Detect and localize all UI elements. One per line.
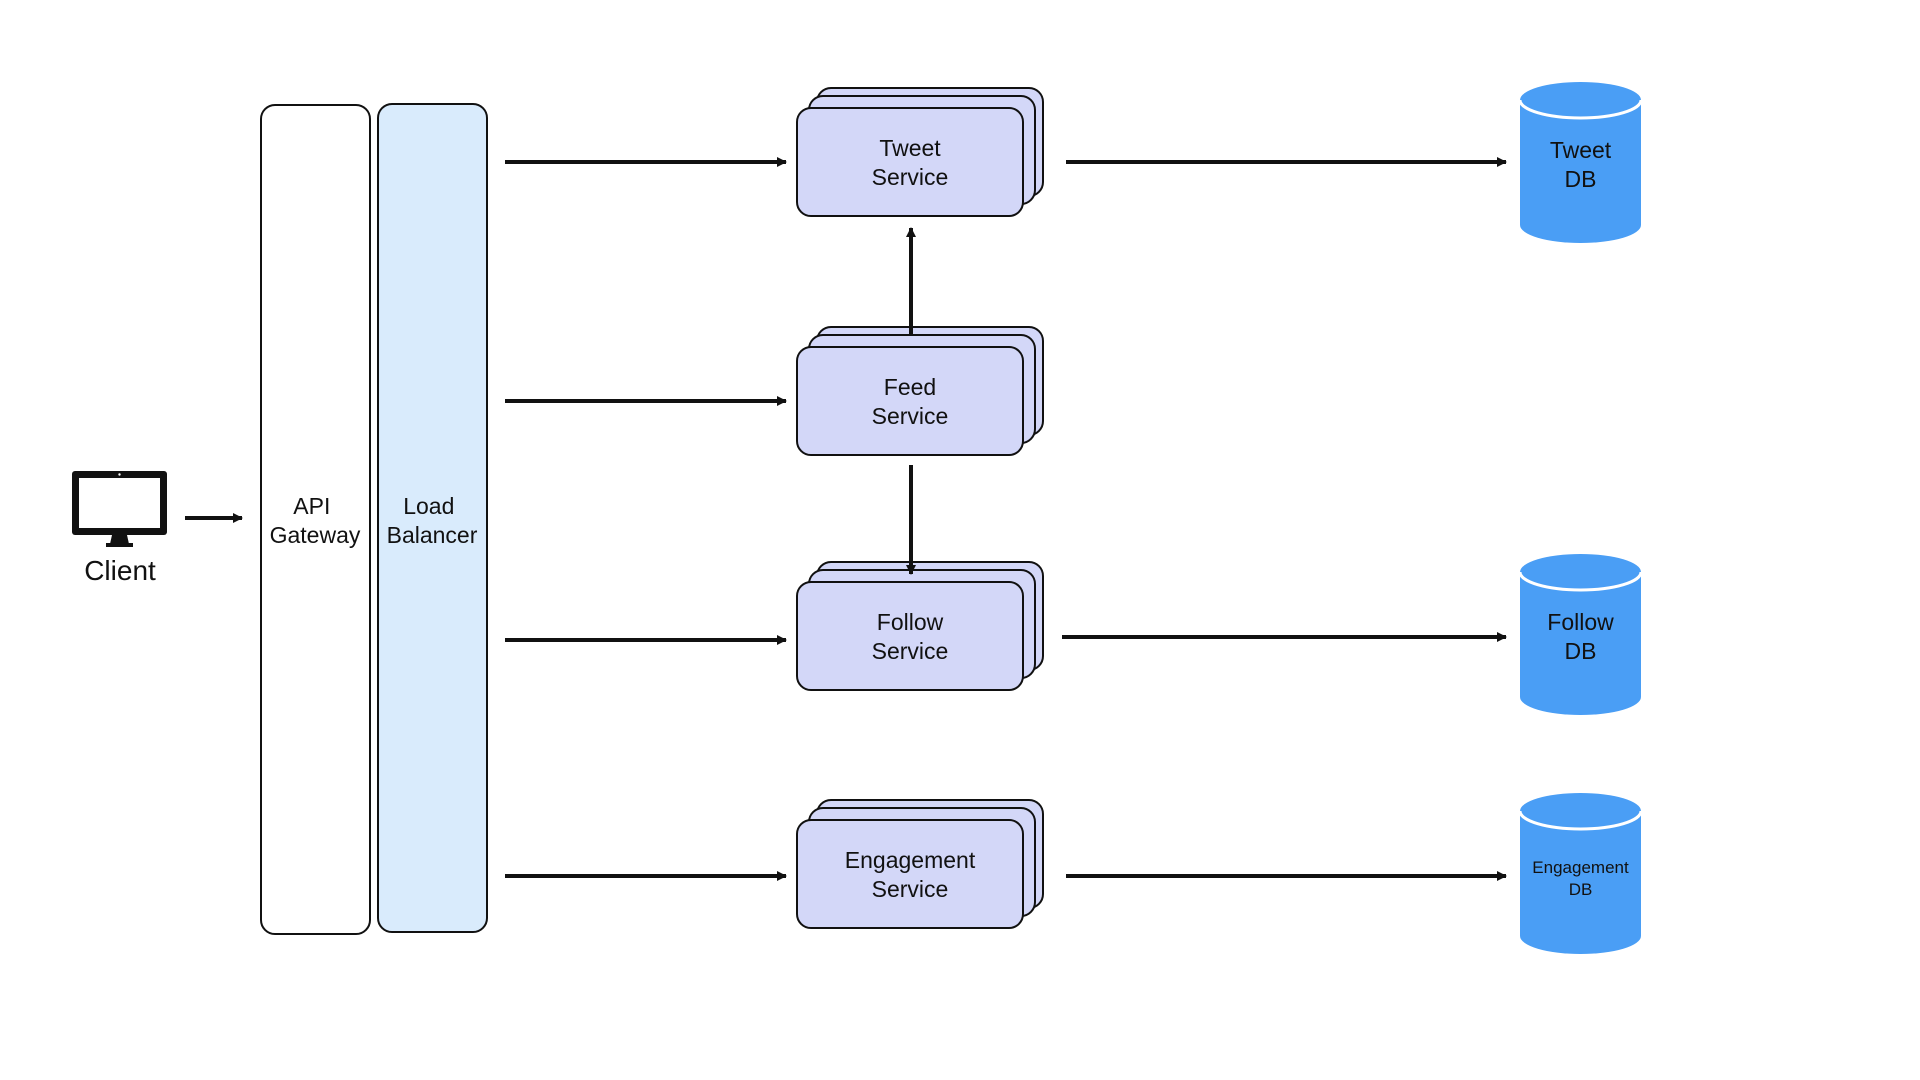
engagement-db-label-line2: DB (1569, 880, 1593, 899)
service-card-front (796, 581, 1024, 691)
load-balancer-node[interactable]: Load Balancer (377, 103, 488, 933)
feed-service-label-line1: Feed (884, 374, 936, 400)
engagement-service-node[interactable]: Engagement Service (796, 799, 1044, 929)
tweet-service-label-line1: Tweet (879, 135, 941, 161)
client-label: Client (84, 555, 156, 586)
follow-db-label-line2: DB (1565, 638, 1597, 664)
service-card-front (796, 107, 1024, 217)
follow-service-label-line1: Follow (877, 609, 944, 635)
tweet-db-node[interactable]: Tweet DB (1518, 82, 1643, 243)
api-gateway-node[interactable]: API Gateway (260, 104, 371, 935)
tweet-db-label-line2: DB (1565, 166, 1597, 192)
tweet-db-label-line1: Tweet (1550, 137, 1612, 163)
api-gateway-label-line2: Gateway (270, 522, 361, 548)
service-card-front (796, 819, 1024, 929)
tweet-service-node[interactable]: Tweet Service (796, 87, 1044, 217)
engagement-db-label-line1: Engagement (1532, 858, 1629, 877)
load-balancer-label-line1: Load (403, 493, 454, 519)
follow-service-node[interactable]: Follow Service (796, 561, 1044, 691)
desktop-monitor-icon (72, 471, 167, 547)
service-card-front (796, 346, 1024, 456)
follow-db-node[interactable]: Follow DB (1518, 554, 1643, 715)
engagement-db-node[interactable]: Engagement DB (1518, 793, 1643, 954)
architecture-diagram: Client API Gateway Load Balancer Tweet Se… (72, 82, 1643, 954)
tweet-service-label-line2: Service (872, 164, 949, 190)
feed-service-node[interactable]: Feed Service (796, 326, 1044, 456)
follow-service-label-line2: Service (872, 638, 949, 664)
engagement-service-label-line2: Service (872, 876, 949, 902)
api-gateway-label-line1: API (293, 493, 330, 519)
load-balancer-label-line2: Balancer (387, 522, 478, 548)
feed-service-label-line2: Service (872, 403, 949, 429)
client-node[interactable]: Client (72, 471, 167, 586)
engagement-service-label-line1: Engagement (845, 847, 976, 873)
follow-db-label-line1: Follow (1547, 609, 1614, 635)
